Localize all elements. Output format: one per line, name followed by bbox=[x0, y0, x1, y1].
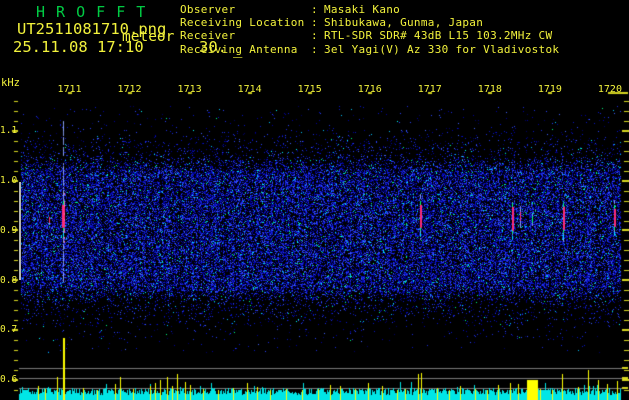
info-value: Masaki Kano bbox=[323, 3, 401, 16]
app-title: H R O F F T bbox=[36, 3, 147, 21]
info-value: 3el Yagi(V) Az 330 for Vladivostok bbox=[323, 42, 560, 56]
info-row-location: Receiving Location: Shibukawa, Gunma, Jap… bbox=[180, 16, 559, 29]
freq-tick-label: 0.9 bbox=[0, 224, 18, 236]
info-label: Receiver bbox=[180, 29, 236, 43]
info-separator: : bbox=[311, 16, 318, 30]
station-info: Observer: Masaki Kano Receiving Location:… bbox=[180, 3, 559, 56]
time-tick-label: 1714 bbox=[237, 84, 262, 95]
info-label: Observer bbox=[180, 3, 236, 16]
info-separator: : bbox=[311, 29, 318, 43]
level-reference-bar bbox=[19, 182, 21, 280]
freq-axis-unit-label: kHz bbox=[1, 77, 20, 89]
freq-tick-label: 0.6 bbox=[0, 374, 18, 386]
info-value: RTL-SDR SDR# 43dB L15 103.2MHz CW bbox=[323, 29, 553, 43]
time-tick-label: 1715 bbox=[297, 84, 322, 95]
time-tick-label: 1713 bbox=[177, 84, 202, 95]
info-label: Receiving Location bbox=[180, 16, 305, 30]
time-tick-label: 1711 bbox=[57, 84, 82, 95]
info-row-antenna: Receiving Antenna:3el Yagi(V) Az 330 for… bbox=[180, 43, 559, 56]
hrofft-screen: H R O F F T UT2511081710.png meteor 25.1… bbox=[0, 0, 629, 400]
spectrogram-canvas bbox=[0, 0, 629, 400]
freq-tick-label: 1.0 bbox=[0, 175, 18, 186]
time-tick-label: 1717 bbox=[417, 84, 442, 95]
time-tick-label: 1720 bbox=[597, 84, 622, 95]
info-label: Receiving Antenna bbox=[180, 42, 298, 56]
info-separator: : bbox=[311, 3, 318, 16]
time-tick-label: 1719 bbox=[537, 84, 562, 95]
info-row-receiver: Receiver: RTL-SDR SDR# 43dB L15 103.2MHz … bbox=[180, 29, 559, 42]
info-separator: : bbox=[311, 42, 318, 56]
info-row-observer: Observer: Masaki Kano bbox=[180, 3, 559, 16]
time-tick-label: 1718 bbox=[477, 84, 502, 95]
freq-tick-label: 0.8 bbox=[0, 274, 18, 286]
observation-datetime: 25.11.08 17:10 bbox=[13, 38, 144, 56]
freq-tick-label: 1.1 bbox=[0, 125, 18, 137]
info-value: Shibukawa, Gunma, Japan bbox=[323, 16, 484, 30]
time-tick-label: 1716 bbox=[357, 84, 382, 95]
time-tick-label: 1712 bbox=[117, 84, 142, 95]
freq-tick-label: 0.7 bbox=[0, 324, 18, 336]
